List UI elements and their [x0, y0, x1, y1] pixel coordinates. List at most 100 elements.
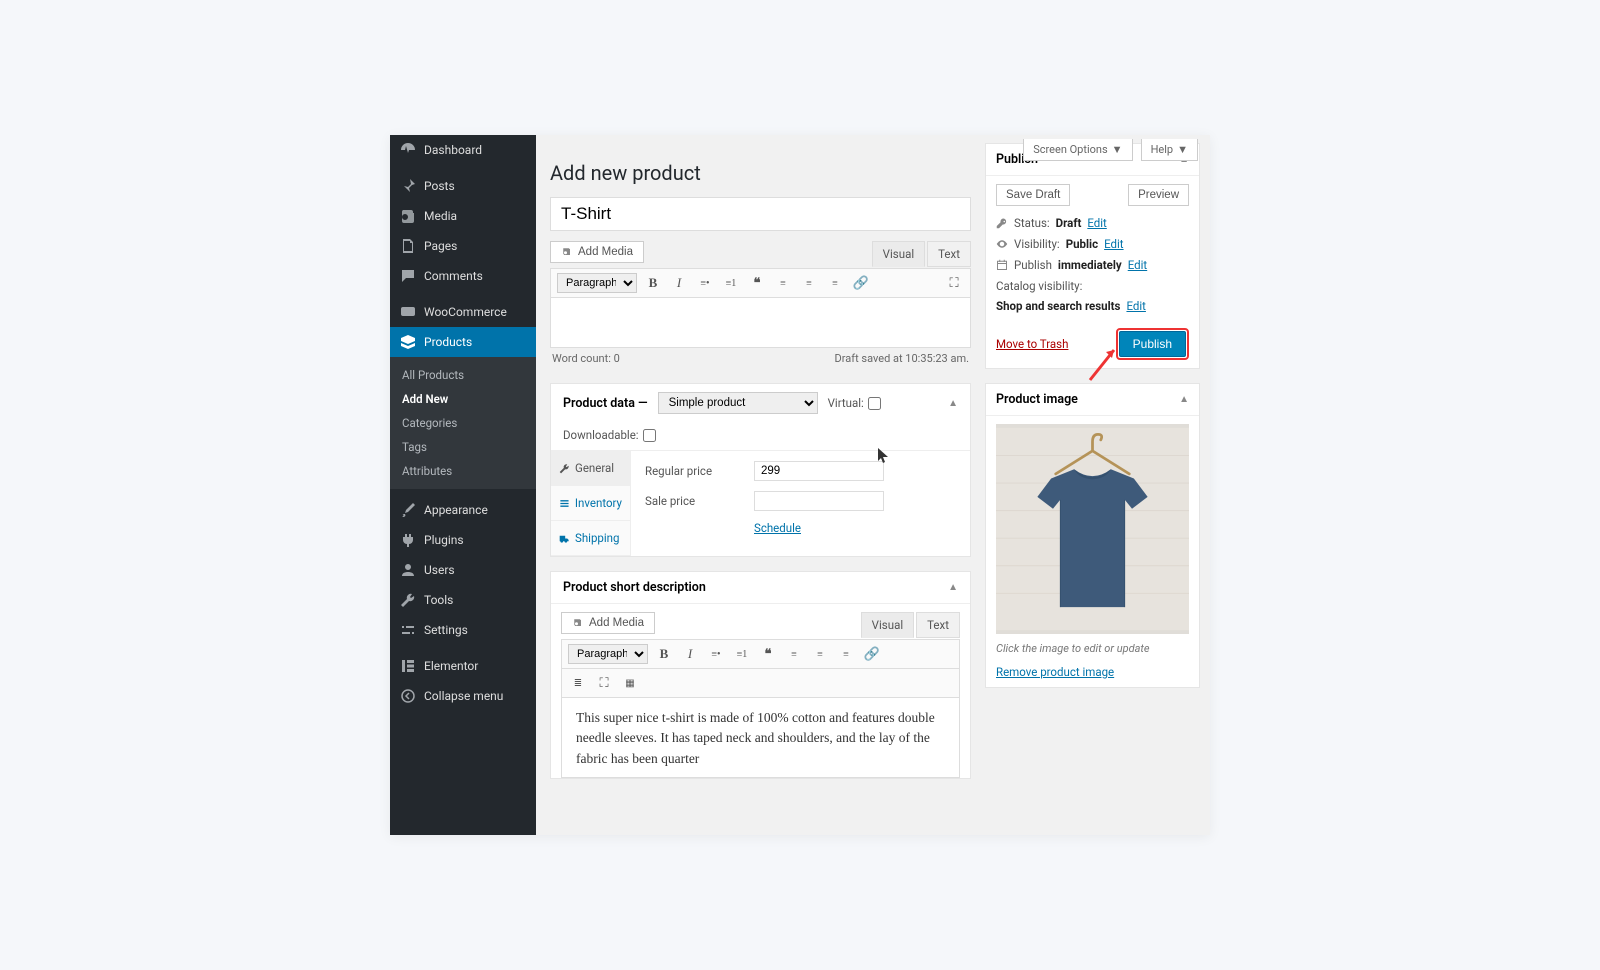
tab-label: Inventory	[575, 496, 622, 510]
bold-button[interactable]: B	[643, 273, 663, 293]
edit-visibility-link[interactable]: Edit	[1104, 237, 1123, 251]
sidebar-label: Elementor	[424, 659, 478, 673]
tab-text-2[interactable]: Text	[916, 612, 960, 638]
collapse-icon[interactable]: ▲	[1179, 394, 1189, 405]
publish-time-value: immediately	[1058, 258, 1122, 272]
editor-body[interactable]	[550, 298, 971, 348]
tab-shipping[interactable]: Shipping	[551, 521, 630, 556]
sidebar-item-collapse[interactable]: Collapse menu	[390, 681, 536, 711]
highlight-annotation: Publish	[1116, 328, 1189, 360]
move-to-trash-link[interactable]: Move to Trash	[996, 337, 1068, 351]
sidebar-label: Collapse menu	[424, 689, 503, 703]
sidebar-item-tools[interactable]: Tools	[390, 585, 536, 615]
sidebar-label: Posts	[424, 179, 455, 193]
sidebar-item-appearance[interactable]: Appearance	[390, 495, 536, 525]
collapse-icon[interactable]: ▲	[948, 398, 958, 409]
sidebar-label: Tools	[424, 593, 453, 607]
collapse-icon[interactable]: ▲	[948, 582, 958, 593]
subitem-attributes[interactable]: Attributes	[390, 459, 536, 483]
align-left-button[interactable]: ≡	[784, 644, 804, 664]
align-left-button[interactable]: ≡	[773, 273, 793, 293]
align-right-button[interactable]: ≡	[836, 644, 856, 664]
ol-button[interactable]: ≡1	[721, 273, 741, 293]
sidebar-item-pages[interactable]: Pages	[390, 231, 536, 261]
brush-icon	[400, 502, 416, 518]
dashboard-icon	[400, 142, 416, 158]
sale-price-input[interactable]	[754, 491, 884, 511]
preview-button[interactable]: Preview	[1128, 184, 1189, 206]
sidebar-item-plugins[interactable]: Plugins	[390, 525, 536, 555]
calendar-icon	[996, 259, 1008, 271]
help-button[interactable]: Help ▼	[1141, 139, 1198, 161]
sidebar-item-dashboard[interactable]: Dashboard	[390, 135, 536, 165]
cursor-icon	[878, 448, 890, 467]
format-select[interactable]: Paragraph	[557, 273, 637, 293]
sidebar-item-posts[interactable]: Posts	[390, 171, 536, 201]
remove-image-link[interactable]: Remove product image	[996, 665, 1114, 679]
comments-icon	[400, 268, 416, 284]
edit-publish-link[interactable]: Edit	[1128, 258, 1147, 272]
edit-status-link[interactable]: Edit	[1087, 216, 1106, 230]
sidebar-item-comments[interactable]: Comments	[390, 261, 536, 291]
user-icon	[400, 562, 416, 578]
edit-catalog-link[interactable]: Edit	[1126, 299, 1145, 313]
publish-button[interactable]: Publish	[1119, 331, 1186, 357]
visibility-value: Public	[1066, 237, 1098, 251]
add-media-button[interactable]: Add Media	[550, 241, 644, 263]
product-data-label: Product data —	[563, 396, 648, 411]
tab-visual[interactable]: Visual	[872, 241, 925, 267]
draft-saved-status: Draft saved at 10:35:23 am.	[835, 352, 969, 365]
quote-button[interactable]: ❝	[747, 273, 767, 293]
screen-options-button[interactable]: Screen Options ▼	[1023, 139, 1132, 161]
save-draft-button[interactable]: Save Draft	[996, 184, 1070, 206]
tab-visual-2[interactable]: Visual	[861, 612, 914, 638]
downloadable-checkbox[interactable]	[643, 429, 656, 442]
tab-text[interactable]: Text	[927, 241, 971, 267]
subitem-tags[interactable]: Tags	[390, 435, 536, 459]
subitem-all-products[interactable]: All Products	[390, 363, 536, 387]
sidebar-label: Users	[424, 563, 455, 577]
sidebar-label: Settings	[424, 623, 468, 637]
align-right-button[interactable]: ≡	[825, 273, 845, 293]
link-button[interactable]: 🔗	[851, 273, 871, 293]
product-image-title: Product image	[996, 392, 1078, 407]
chevron-down-icon: ▼	[1177, 143, 1188, 156]
product-type-select[interactable]: Simple product	[658, 392, 818, 414]
short-desc-title: Product short description	[563, 580, 706, 595]
short-desc-text: This super nice t-shirt is made of 100% …	[576, 710, 935, 766]
regular-price-label: Regular price	[645, 464, 740, 478]
sidebar-item-woocommerce[interactable]: WooCommerce	[390, 297, 536, 327]
regular-price-input[interactable]	[754, 461, 884, 481]
sidebar-item-settings[interactable]: Settings	[390, 615, 536, 645]
ol-button[interactable]: ≡1	[732, 644, 752, 664]
add-media-button-2[interactable]: Add Media	[561, 612, 655, 634]
tab-general[interactable]: General	[551, 451, 630, 486]
more-button[interactable]: ≣	[568, 673, 588, 693]
quote-button[interactable]: ❝	[758, 644, 778, 664]
sidebar-item-elementor[interactable]: Elementor	[390, 651, 536, 681]
align-center-button[interactable]: ≡	[799, 273, 819, 293]
fullscreen-button[interactable]: ⛶	[944, 273, 964, 293]
sidebar-item-users[interactable]: Users	[390, 555, 536, 585]
sidebar-item-media[interactable]: Media	[390, 201, 536, 231]
tab-inventory[interactable]: Inventory	[551, 486, 630, 521]
toolbar-toggle-button[interactable]: ▦	[620, 673, 640, 693]
subitem-add-new[interactable]: Add New	[390, 387, 536, 411]
link-button[interactable]: 🔗	[862, 644, 882, 664]
subitem-categories[interactable]: Categories	[390, 411, 536, 435]
italic-button[interactable]: I	[680, 644, 700, 664]
ul-button[interactable]: ≡•	[706, 644, 726, 664]
align-center-button[interactable]: ≡	[810, 644, 830, 664]
sidebar-item-products[interactable]: Products	[390, 327, 536, 357]
bold-button[interactable]: B	[654, 644, 674, 664]
inventory-icon	[559, 498, 570, 509]
product-image-thumbnail[interactable]	[996, 424, 1189, 634]
italic-button[interactable]: I	[669, 273, 689, 293]
fullscreen-button[interactable]: ⛶	[594, 673, 614, 693]
short-desc-editor[interactable]: This super nice t-shirt is made of 100% …	[561, 698, 960, 778]
virtual-checkbox[interactable]	[868, 397, 881, 410]
product-title-input[interactable]	[550, 197, 971, 231]
ul-button[interactable]: ≡•	[695, 273, 715, 293]
format-select-2[interactable]: Paragraph	[568, 644, 648, 664]
schedule-link[interactable]: Schedule	[754, 521, 801, 535]
